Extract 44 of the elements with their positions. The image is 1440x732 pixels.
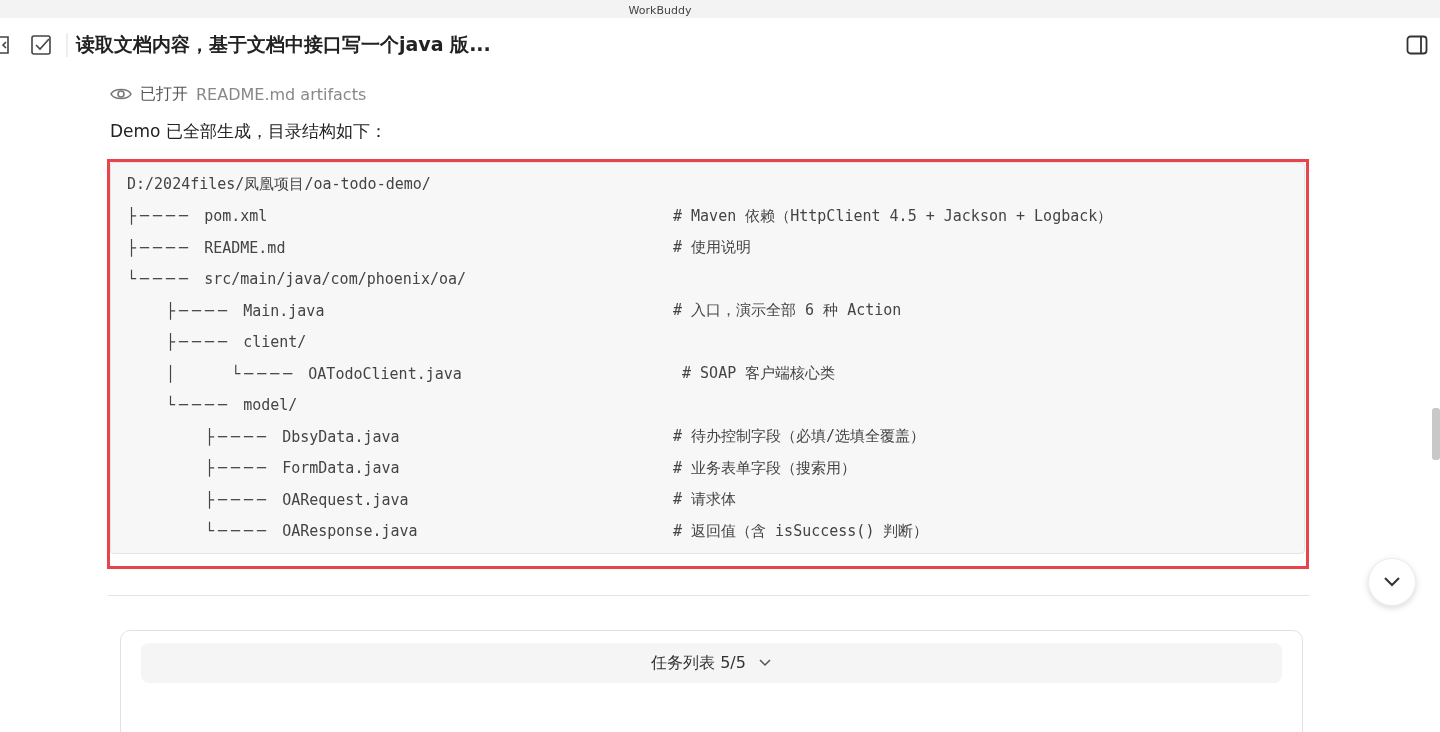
scrollbar-thumb[interactable] <box>1432 408 1440 460</box>
tree-branch: ├──── <box>166 333 232 352</box>
panel-toggle-icon[interactable] <box>1406 35 1428 55</box>
file-name: OARequest.java <box>282 490 409 509</box>
tree-branch: └──── <box>205 522 271 541</box>
tree-branch: │ └──── <box>166 364 297 383</box>
tree-branch: ├──── <box>205 459 271 478</box>
window-title: WorkBuddy <box>628 4 692 18</box>
tree-branch: ├──── <box>127 207 193 226</box>
file-name: README.md <box>204 238 286 257</box>
file-name: OATodoClient.java <box>308 364 462 383</box>
task-check-icon[interactable] <box>30 34 52 56</box>
opened-label: 已打开 <box>140 83 188 105</box>
file-name: client/ <box>243 333 307 352</box>
eye-icon <box>110 86 132 102</box>
code-comment: # 使用说明 <box>673 238 752 258</box>
tree-branch: ├──── <box>127 238 193 257</box>
conversation-title: 读取文档内容，基于文档中接口写一个java 版... <box>76 32 491 57</box>
code-comment: # 待办控制字段（必填/选填全覆盖） <box>673 427 926 447</box>
file-name: model/ <box>243 396 298 415</box>
file-name: src/main/java/com/phoenix/oa/ <box>204 270 467 289</box>
tree-branch: ├──── <box>205 427 271 446</box>
code-comment: # 请求体 <box>673 490 737 510</box>
chevron-down-icon <box>1383 576 1401 588</box>
task-list-toggle[interactable]: 任务列表 5/5 <box>141 643 1282 683</box>
chevron-icon <box>757 658 772 668</box>
code-comment: # 返回值（含 isSuccess() 判断） <box>673 521 929 541</box>
file-name: OAResponse.java <box>282 522 418 541</box>
opened-files: README.md artifacts <box>196 84 367 104</box>
code-comment: # 业务表单字段（搜索用） <box>673 458 857 478</box>
code-line: D:/2024files/凤凰项目/oa-todo-demo/ <box>127 175 431 195</box>
tree-branch: ├──── <box>166 301 232 320</box>
file-name: Main.java <box>243 301 325 320</box>
code-comment: # Maven 依赖（HttpClient 4.5 + Jackson + Logback） <box>673 206 1113 226</box>
file-name: DbsyData.java <box>282 427 400 446</box>
tree-branch: └──── <box>166 396 232 415</box>
code-comment: # 入口，演示全部 6 种 Action <box>673 301 902 321</box>
sidebar-toggle-icon[interactable] <box>0 36 10 54</box>
tree-branch: ├──── <box>205 490 271 509</box>
file-name: FormData.java <box>282 459 400 478</box>
code-comment: # SOAP 客户端核心类 <box>681 364 836 384</box>
tree-branch: └──── <box>127 270 193 289</box>
message-text: Demo 已全部生成，目录结构如下： <box>110 120 388 143</box>
file-name: pom.xml <box>204 207 268 226</box>
